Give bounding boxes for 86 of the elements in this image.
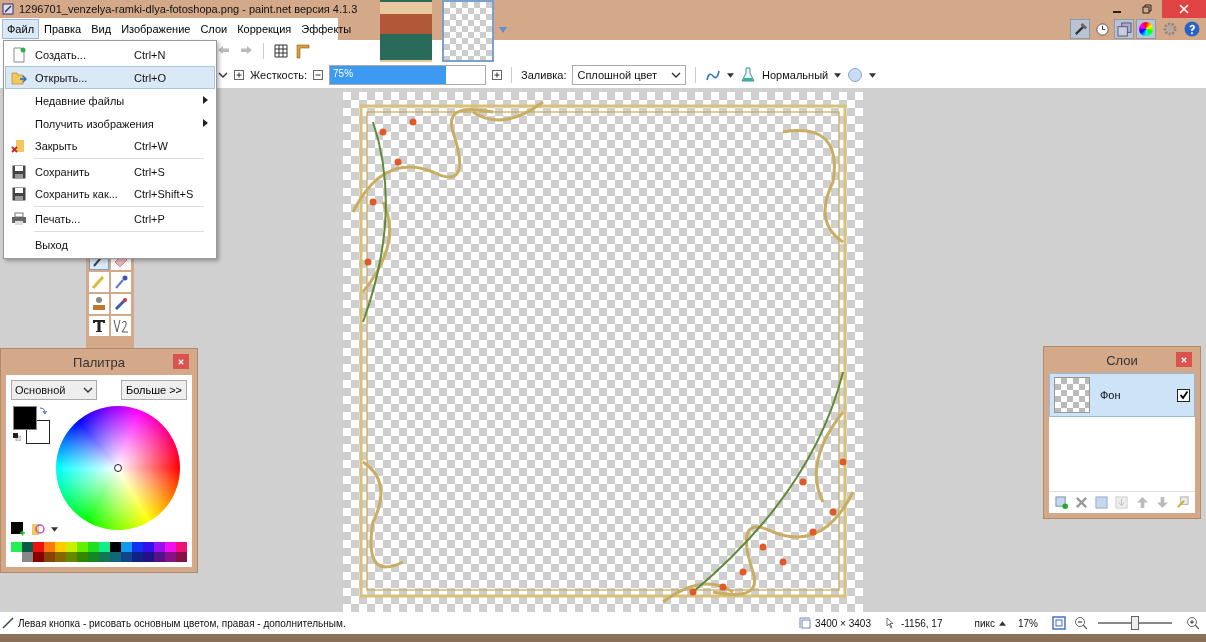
menu-item[interactable]: Файл <box>2 19 40 39</box>
antialias-icon[interactable] <box>847 67 864 83</box>
primary-secondary-color-swatches[interactable] <box>11 406 50 444</box>
menu-item[interactable]: Получить изображения <box>5 112 215 135</box>
tools-window-button[interactable] <box>1070 19 1090 39</box>
caret-icon[interactable] <box>51 526 58 532</box>
close-file-icon <box>11 137 27 154</box>
help-icon[interactable] <box>1184 21 1200 37</box>
palette-title: Палитра <box>73 354 125 370</box>
recolor-tool-button[interactable] <box>111 294 131 314</box>
submenu-arrow-icon <box>203 96 208 104</box>
menu-item[interactable]: Слои <box>195 19 233 39</box>
menu-item[interactable]: Вид <box>86 19 117 39</box>
status-hint: Левая кнопка - рисовать основным цветом, правая - дополнительным. <box>18 617 346 629</box>
menu-item[interactable]: Эффекты <box>296 19 357 39</box>
new-file-icon <box>11 46 27 63</box>
document-thumbnail[interactable] <box>442 0 494 62</box>
menu-item[interactable]: Недавние файлы <box>5 89 215 112</box>
zoom-slider-thumb[interactable] <box>1131 616 1139 630</box>
restore-icon <box>1142 4 1152 14</box>
menu-item[interactable]: Правка <box>39 19 87 39</box>
menu-item[interactable]: Сохранить Ctrl+S <box>5 160 215 183</box>
palette-folder-icon[interactable] <box>31 522 45 536</box>
swap-arrow-icon[interactable] <box>39 407 47 415</box>
chevron-icon[interactable] <box>218 71 228 79</box>
units-dropdown[interactable]: пикс <box>974 617 995 629</box>
more-button[interactable]: Больше >> <box>120 380 187 400</box>
close-icon <box>1181 356 1187 363</box>
close-button[interactable] <box>1176 352 1192 367</box>
printer-icon <box>11 210 27 227</box>
open-folder-icon <box>11 69 27 86</box>
layer-thumbnail <box>1054 377 1090 413</box>
grid-icon[interactable] <box>273 43 289 59</box>
hardness-label: Жесткость: <box>250 69 308 81</box>
text-tool-button[interactable] <box>89 316 109 336</box>
menu-item[interactable]: Коррекция <box>232 19 297 39</box>
delete-layer-icon[interactable] <box>1074 496 1088 509</box>
color-swatches-drawing[interactable] <box>11 542 187 562</box>
layer-row[interactable]: Фон <box>1049 373 1195 417</box>
submenu-arrow-icon <box>203 119 208 127</box>
caret-icon[interactable] <box>999 620 1006 626</box>
caret-icon[interactable] <box>727 72 735 78</box>
reset-colors-icon[interactable] <box>13 433 21 441</box>
close-button[interactable] <box>173 354 189 369</box>
ruler-icon[interactable] <box>295 43 311 59</box>
close-button[interactable] <box>1162 0 1206 18</box>
menu-item[interactable]: Открыть... Ctrl+O <box>5 66 215 89</box>
menu-item[interactable]: Выход <box>5 233 215 256</box>
image-size: 3400 × 3403 <box>815 617 871 629</box>
minus-icon[interactable] <box>313 70 324 80</box>
colors-window-button[interactable] <box>1136 19 1156 39</box>
document-thumbnail-photo-placeholder[interactable] <box>380 0 432 62</box>
image-size-icon <box>799 617 812 629</box>
add-color-icon[interactable] <box>11 522 25 536</box>
zoom-in-icon[interactable] <box>1186 616 1200 630</box>
chevron-icon <box>83 386 94 394</box>
cursor-position: -1156, 17 <box>900 617 943 629</box>
close-icon <box>1179 4 1189 14</box>
line-tool-button[interactable] <box>111 316 131 336</box>
chevron-icon <box>671 71 682 79</box>
brush-icon <box>2 617 14 629</box>
menu-item[interactable]: Изображение <box>116 19 196 39</box>
add-layer-icon[interactable] <box>1054 496 1068 509</box>
window-title: 1296701_venzelya-ramki-dlya-fotoshopa.png - paint.net версия 4.1.3 <box>19 3 358 15</box>
fit-window-icon[interactable] <box>1052 616 1066 630</box>
flask-icon[interactable] <box>740 67 757 83</box>
layers-window-button[interactable] <box>1114 19 1134 39</box>
visibility-checkbox[interactable] <box>1177 388 1190 402</box>
zoom-value: 17% <box>1018 617 1038 629</box>
plus-icon[interactable] <box>234 70 244 80</box>
palette-mode-dropdown[interactable]: Основной <box>11 380 98 400</box>
zoom-out-icon[interactable] <box>1074 616 1088 630</box>
minimize-icon <box>1113 11 1121 13</box>
close-icon <box>178 358 184 365</box>
layers-title: Слои <box>1106 352 1138 368</box>
caret-icon[interactable] <box>834 72 842 78</box>
fill-dropdown[interactable]: Сплошной цвет <box>572 65 687 85</box>
blend-mode-dropdown[interactable]: Нормальный <box>762 69 829 81</box>
caret-icon[interactable] <box>869 72 877 78</box>
app-icon <box>2 3 14 15</box>
fill-label: Заливка: <box>521 69 567 81</box>
plus-icon[interactable] <box>492 70 503 80</box>
layer-name: Фон <box>1099 389 1122 401</box>
picker-tool-button[interactable] <box>111 272 131 292</box>
menu-item[interactable]: Создать... Ctrl+N <box>5 43 215 66</box>
hardness-value: 75% <box>333 68 354 79</box>
